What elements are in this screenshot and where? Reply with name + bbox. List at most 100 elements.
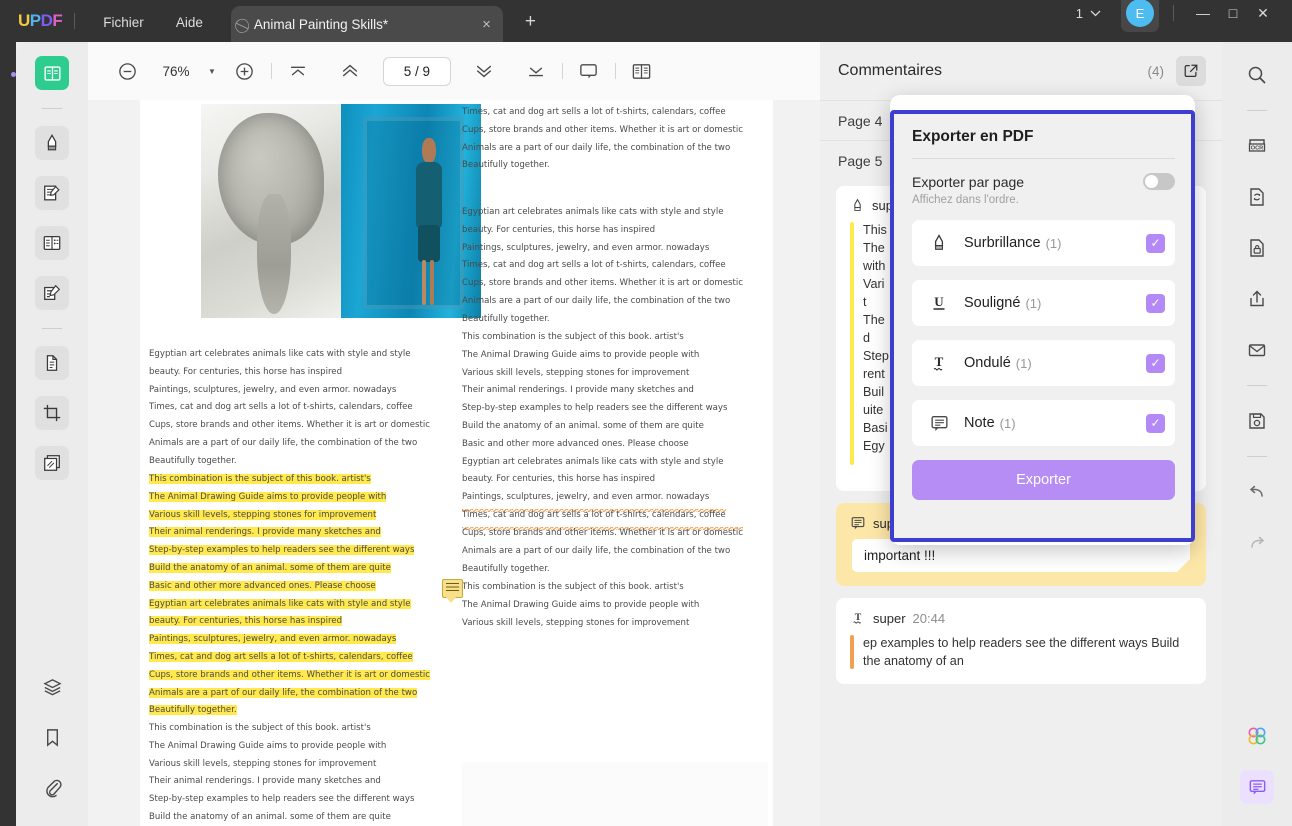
sidebar-item-protect[interactable] (1240, 231, 1274, 265)
zoom-level[interactable]: 76% (156, 64, 196, 79)
document-tab[interactable]: ⃠ Animal Painting Skills* × (230, 6, 503, 42)
account-selector[interactable]: 1 (1076, 6, 1101, 21)
svg-text:T: T (935, 354, 944, 369)
lock-icon (1250, 239, 1264, 257)
left-highlighted-block[interactable]: This combination is the subject of this … (149, 471, 433, 720)
export-option-note[interactable]: Note (1) ✓ (912, 400, 1175, 446)
prev-page-button[interactable] (333, 54, 367, 88)
view-mode-button[interactable] (625, 54, 659, 88)
export-option-ondule[interactable]: T Ondulé (1) ✓ (912, 340, 1175, 386)
squiggly-icon: T (853, 612, 862, 624)
sidebar-item-email[interactable] (1240, 333, 1274, 367)
export-option-count: (1) (999, 415, 1016, 431)
zoom-dropdown-icon[interactable]: ▼ (208, 67, 216, 76)
chevron-down-icon (1090, 10, 1101, 16)
highlight-icon (926, 233, 952, 253)
comment-card-squiggly[interactable]: T super 20:44 ep examples to help reader… (836, 598, 1206, 684)
menu-aide[interactable]: Aide (160, 15, 219, 30)
title-divider (74, 13, 76, 29)
sidebar-item-reader-mode[interactable] (35, 56, 69, 90)
sidebar-item-save[interactable] (1240, 404, 1274, 438)
export-option-surbrillance[interactable]: Surbrillance (1) ✓ (912, 220, 1175, 266)
title-bar: UPDF Fichier Aide ⃠ Animal Painting Skil… (0, 0, 1292, 42)
ai-flower-icon (1248, 727, 1266, 745)
export-per-page-label: Exporter par page (912, 173, 1025, 190)
sidebar-item-organize-pages[interactable] (35, 346, 69, 380)
last-page-button[interactable] (519, 54, 553, 88)
next-page-button[interactable] (467, 54, 501, 88)
sidebar-item-crop[interactable] (35, 396, 69, 430)
squiggly-icon: T (926, 353, 952, 373)
right-squiggly-block[interactable]: Times, cat and dog art sells a lot of t-… (462, 507, 752, 543)
sidebar-item-undo[interactable] (1240, 475, 1274, 509)
first-page-button[interactable] (281, 54, 315, 88)
sidebar-item-annotate[interactable] (35, 276, 69, 310)
export-option-count: (1) (1015, 355, 1032, 371)
right-rail-separator-1 (1247, 110, 1267, 111)
sidebar-item-search[interactable] (1240, 58, 1274, 92)
export-option-label: Ondulé (964, 355, 1011, 371)
avatar-container[interactable]: E (1121, 0, 1159, 32)
export-option-label: Souligné (964, 295, 1021, 311)
presentation-button[interactable] (572, 54, 606, 88)
form-icon (43, 236, 61, 250)
export-comments-button[interactable] (1176, 56, 1206, 86)
left-plain-bottom: This combination is the subject of this … (149, 723, 415, 822)
toolbar-divider-3 (614, 63, 616, 79)
close-tab-icon[interactable]: × (482, 17, 491, 32)
export-dialog: Exporter en PDF Exporter par page Affich… (890, 110, 1195, 542)
right-block-b: Egyptian art celebrates animals like cat… (462, 207, 743, 324)
export-option-checkbox[interactable]: ✓ (1146, 293, 1165, 313)
reader-icon (43, 65, 61, 81)
sidebar-item-batch[interactable] (35, 446, 69, 480)
sidebar-item-comments-toggle[interactable] (1240, 770, 1274, 804)
export-option-checkbox[interactable]: ✓ (1146, 353, 1165, 373)
right-block-d: Animals are a part of our daily life, th… (462, 546, 731, 574)
export-option-souligne[interactable]: U Souligné (1) ✓ (912, 280, 1175, 326)
view-toolbar: 76% ▼ 5 / 9 (88, 42, 820, 100)
share-icon (1250, 290, 1264, 307)
sidebar-item-layers[interactable] (35, 670, 69, 704)
zoom-in-icon (236, 62, 254, 80)
crop-icon (43, 404, 61, 422)
sidebar-item-edit-pdf[interactable] (35, 176, 69, 210)
page-indicator[interactable]: 5 / 9 (382, 56, 451, 86)
close-window-button[interactable]: ✕ (1248, 5, 1278, 22)
annotate-icon (44, 284, 61, 300)
pdf-page: Egyptian art celebrates animals like cat… (140, 100, 773, 826)
sidebar-item-attachments[interactable] (35, 770, 69, 804)
menu-fichier[interactable]: Fichier (87, 15, 160, 30)
new-tab-button[interactable]: + (525, 11, 536, 33)
note-annotation-marker[interactable] (442, 579, 463, 603)
redo-icon (1251, 536, 1265, 548)
sidebar-item-form-tool[interactable] (35, 226, 69, 260)
svg-text:U: U (934, 294, 944, 309)
zoom-in-button[interactable] (228, 54, 262, 88)
export-confirm-button[interactable]: Exporter (912, 460, 1175, 500)
toolbar-divider-2 (561, 63, 563, 79)
export-per-page-row[interactable]: Exporter par page (912, 173, 1175, 190)
zoom-out-button[interactable] (110, 54, 144, 88)
sidebar-item-share[interactable] (1240, 282, 1274, 316)
right-block-e: This combination is the subject of this … (462, 582, 700, 628)
export-per-page-toggle[interactable] (1143, 173, 1175, 190)
export-option-checkbox[interactable]: ✓ (1146, 413, 1165, 433)
svg-text:T: T (855, 612, 862, 623)
export-option-label: Surbrillance (964, 235, 1041, 251)
sidebar-item-convert[interactable] (1240, 180, 1274, 214)
sidebar-item-ocr[interactable]: OCR (1240, 129, 1274, 163)
sidebar-item-ai-assistant[interactable] (1240, 719, 1274, 753)
search-icon (1248, 66, 1266, 84)
export-option-label: Note (964, 415, 995, 431)
right-block-a: Times, cat and dog art sells a lot of t-… (462, 107, 743, 171)
export-option-checkbox[interactable]: ✓ (1146, 233, 1165, 253)
sidebar-item-highlighter[interactable] (35, 126, 69, 160)
sidebar-item-bookmarks[interactable] (35, 720, 69, 754)
minimize-button[interactable]: — (1188, 5, 1218, 21)
maximize-button[interactable]: □ (1218, 5, 1248, 21)
rail-separator-2 (42, 328, 62, 329)
two-page-view-icon (633, 63, 651, 79)
document-viewport[interactable]: Egyptian art celebrates animals like cat… (88, 100, 820, 826)
first-page-icon (290, 66, 305, 76)
sidebar-item-redo[interactable] (1240, 526, 1274, 560)
